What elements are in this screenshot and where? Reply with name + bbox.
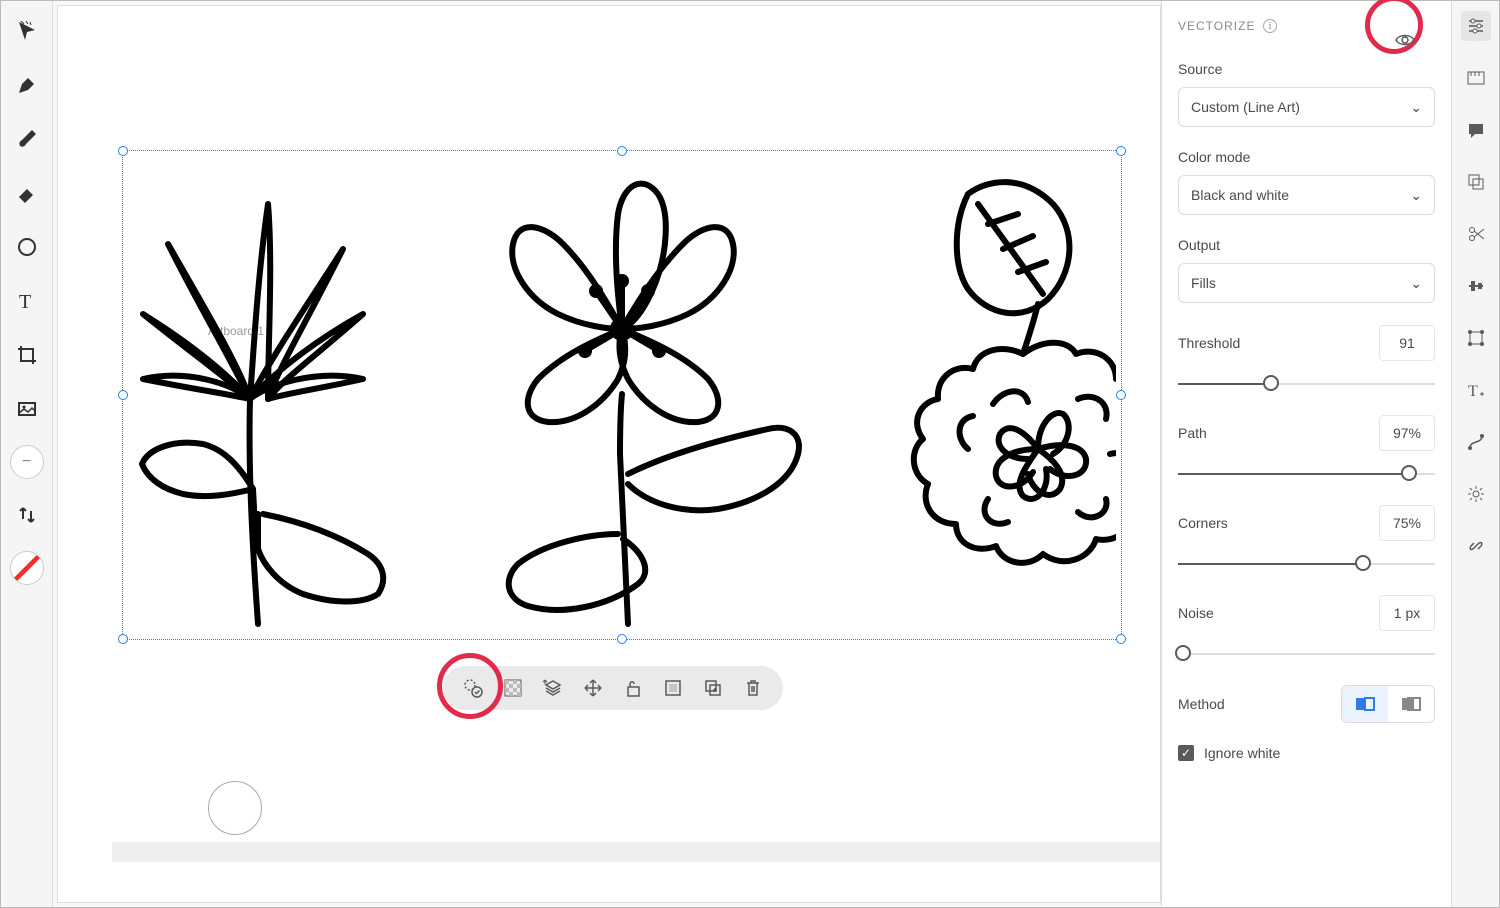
selection-handle[interactable] <box>1116 634 1126 644</box>
panel-title: VECTORIZE <box>1178 19 1255 33</box>
type-panel-icon[interactable]: T <box>1461 375 1491 405</box>
corners-label: Corners <box>1178 515 1228 531</box>
fill-swatch-icon[interactable]: − <box>10 445 44 479</box>
combine-shapes-icon[interactable] <box>1461 167 1491 197</box>
text-tool-icon[interactable]: T <box>9 283 45 319</box>
path-slider[interactable] <box>1178 463 1435 483</box>
contextual-action-bar <box>443 666 783 710</box>
output-dropdown[interactable]: Fills ⌄ <box>1178 263 1435 303</box>
comments-icon[interactable] <box>1461 115 1491 145</box>
threshold-value[interactable]: 91 <box>1379 325 1435 361</box>
color-mode-dropdown[interactable]: Black and white ⌄ <box>1178 175 1435 215</box>
properties-adjust-icon[interactable] <box>1461 11 1491 41</box>
path-panel-icon[interactable] <box>1461 427 1491 457</box>
brush-tool-icon[interactable] <box>9 121 45 157</box>
threshold-slider[interactable] <box>1178 373 1435 393</box>
source-dropdown[interactable]: Custom (Line Art) ⌄ <box>1178 87 1435 127</box>
precision-panel-icon[interactable] <box>1461 63 1491 93</box>
svg-text:T: T <box>1468 383 1478 400</box>
right-rail: T <box>1451 1 1499 907</box>
move-icon[interactable] <box>579 674 607 702</box>
crop-tool-icon[interactable] <box>9 337 45 373</box>
properties-panel: VECTORIZE i Source Custom (Line Art) ⌄ C… <box>1161 1 1451 907</box>
selection-handle[interactable] <box>118 634 128 644</box>
chevron-down-icon: ⌄ <box>1410 187 1422 204</box>
svg-text:T: T <box>19 291 31 312</box>
selection-tool-icon[interactable] <box>9 13 45 49</box>
corners-value[interactable]: 75% <box>1379 505 1435 541</box>
horizontal-scrollbar[interactable] <box>112 842 1160 862</box>
checkbox-checked-icon: ✓ <box>1178 745 1194 761</box>
vectorized-artwork <box>128 154 1116 634</box>
arrange-layers-icon[interactable] <box>539 674 567 702</box>
duplicate-icon[interactable] <box>699 674 727 702</box>
output-label: Output <box>1178 237 1435 253</box>
selection-handle[interactable] <box>1116 390 1126 400</box>
image-tool-icon[interactable] <box>9 391 45 427</box>
corners-slider[interactable] <box>1178 553 1435 573</box>
method-abutting-icon[interactable] <box>1342 686 1388 722</box>
left-toolbar: T − <box>1 1 53 907</box>
path-label: Path <box>1178 425 1207 441</box>
noise-label: Noise <box>1178 605 1214 621</box>
selection-handle[interactable] <box>1116 146 1126 156</box>
color-mode-label: Color mode <box>1178 149 1435 165</box>
unlock-icon[interactable] <box>619 674 647 702</box>
pen-tool-icon[interactable] <box>9 67 45 103</box>
noise-slider[interactable] <box>1178 643 1435 663</box>
source-label: Source <box>1178 61 1435 77</box>
eraser-tool-icon[interactable] <box>9 175 45 211</box>
method-label: Method <box>1178 696 1225 712</box>
mask-icon[interactable] <box>659 674 687 702</box>
delete-icon[interactable] <box>739 674 767 702</box>
align-icon[interactable] <box>1461 271 1491 301</box>
method-overlapping-icon[interactable] <box>1388 686 1434 722</box>
gear-icon[interactable] <box>1461 479 1491 509</box>
path-value[interactable]: 97% <box>1379 415 1435 451</box>
floating-circle <box>208 781 262 835</box>
selection-handle[interactable] <box>617 634 627 644</box>
link-icon[interactable] <box>1461 531 1491 561</box>
swap-arrows-icon[interactable] <box>9 497 45 533</box>
stroke-swatch-icon[interactable] <box>10 551 44 585</box>
shape-tool-icon[interactable] <box>9 229 45 265</box>
info-icon[interactable]: i <box>1263 19 1277 33</box>
threshold-label: Threshold <box>1178 335 1240 351</box>
chevron-down-icon: ⌄ <box>1410 99 1422 116</box>
canvas[interactable]: Artboard 1 <box>57 5 1161 903</box>
chevron-down-icon: ⌄ <box>1410 275 1422 292</box>
noise-value[interactable]: 1 px <box>1379 595 1435 631</box>
selection-handle[interactable] <box>118 146 128 156</box>
ignore-white-checkbox[interactable]: ✓ Ignore white <box>1178 745 1435 761</box>
selection-handle[interactable] <box>118 390 128 400</box>
scissors-icon[interactable] <box>1461 219 1491 249</box>
transparency-icon[interactable] <box>499 674 527 702</box>
method-toggle <box>1341 685 1435 723</box>
preview-eye-icon[interactable] <box>1393 28 1417 52</box>
transform-icon[interactable] <box>1461 323 1491 353</box>
vectorize-apply-icon[interactable] <box>459 674 487 702</box>
